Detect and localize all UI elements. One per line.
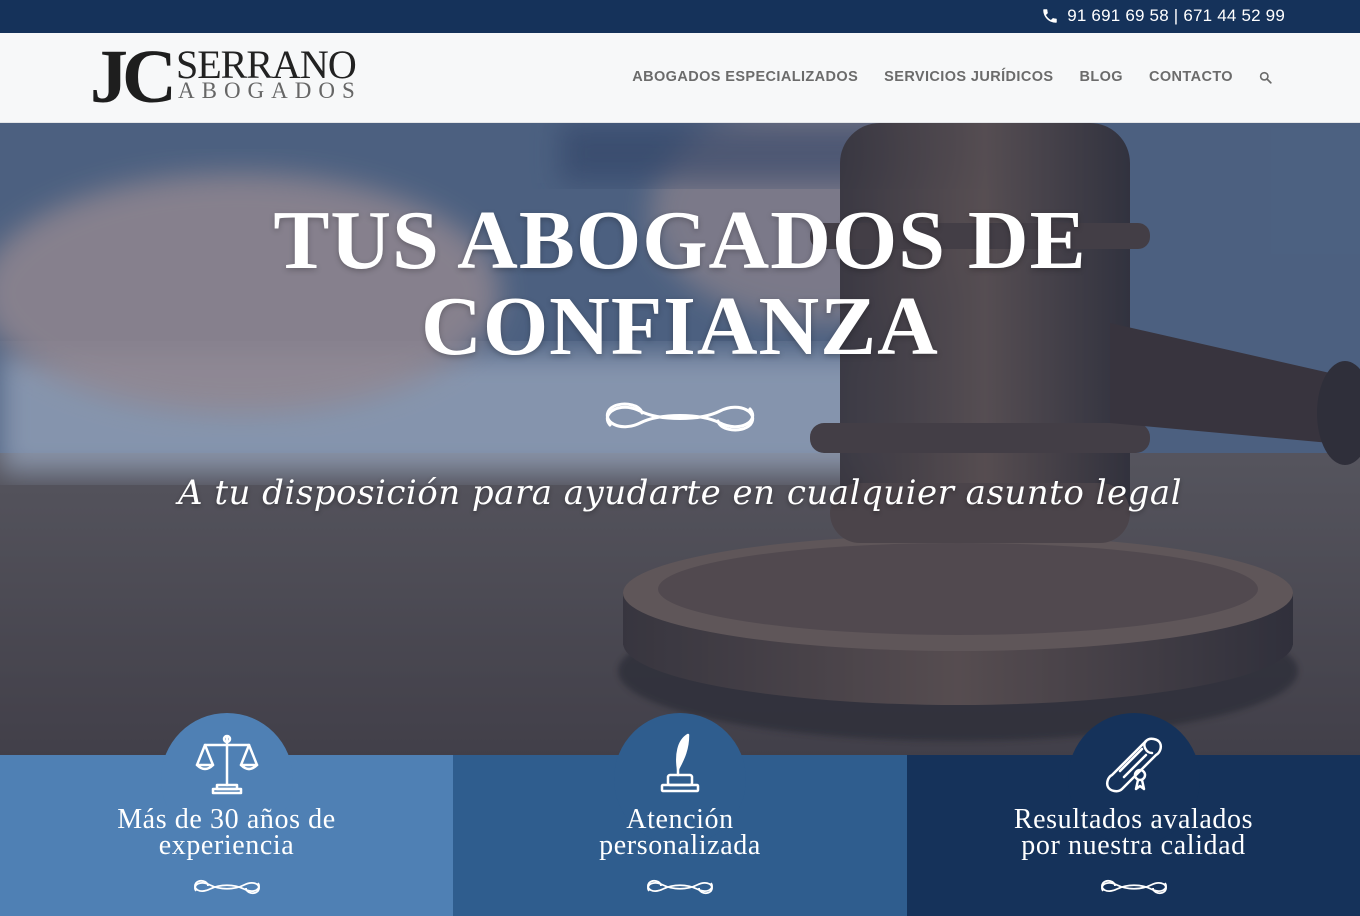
feature-personal-attention-text: Atención personalizada (453, 806, 907, 861)
phone-numbers-text[interactable]: 91 691 69 58 | 671 44 52 99 (1067, 6, 1285, 26)
top-contact-bar: 91 691 69 58 | 671 44 52 99 (0, 0, 1360, 33)
feature-personal-attention-line2: personalizada (599, 830, 761, 861)
features-strip: Más de 30 años de experiencia Atención p… (0, 713, 1360, 916)
feature-experience: Más de 30 años de experiencia (0, 713, 453, 916)
nav-item-servicios-juridicos[interactable]: SERVICIOS JURÍDICOS (884, 69, 1053, 85)
flourish-divider-icon (606, 402, 754, 432)
hero-banner: TUS ABOGADOS DE CONFIANZA A tu disposici… (0, 123, 1360, 755)
hero-title-line2: CONFIANZA (421, 280, 939, 373)
flourish-divider-icon (647, 879, 713, 895)
phone-numbers[interactable]: 91 691 69 58 | 671 44 52 99 (1041, 6, 1285, 26)
feature-quality-results-line2: por nuestra calidad (1021, 830, 1246, 861)
flourish-divider-icon (1101, 879, 1167, 895)
hero-title-line1: TUS ABOGADOS DE (273, 194, 1087, 287)
logo-tagline: ABOGADOS (178, 78, 362, 103)
logo-initials: JC (90, 35, 177, 119)
feature-quality-results: Resultados avalados por nuestra calidad (907, 713, 1360, 916)
hero-title: TUS ABOGADOS DE CONFIANZA (0, 198, 1360, 370)
search-icon[interactable] (1259, 71, 1272, 84)
site-logo[interactable]: JC SERRANO ABOGADOS (90, 39, 370, 115)
main-navigation: ABOGADOS ESPECIALIZADOS SERVICIOS JURÍDI… (632, 69, 1272, 85)
quill-inkwell-icon (660, 733, 700, 793)
feature-experience-text: Más de 30 años de experiencia (0, 806, 453, 861)
scales-icon (195, 734, 259, 795)
flourish-divider-icon (194, 879, 260, 895)
nav-item-abogados-especializados[interactable]: ABOGADOS ESPECIALIZADOS (632, 69, 858, 85)
diploma-scroll-icon (1105, 737, 1163, 793)
feature-experience-line2: experiencia (158, 830, 295, 861)
nav-item-contacto[interactable]: CONTACTO (1149, 69, 1233, 85)
feature-quality-results-text: Resultados avalados por nuestra calidad (907, 806, 1360, 861)
hero-subtitle: A tu disposición para ayudarte en cualqu… (177, 473, 1183, 513)
nav-item-blog[interactable]: BLOG (1079, 69, 1123, 85)
site-header: JC SERRANO ABOGADOS ABOGADOS ESPECIALIZA… (0, 33, 1360, 123)
feature-personal-attention: Atención personalizada (453, 713, 907, 916)
phone-icon (1043, 9, 1057, 23)
